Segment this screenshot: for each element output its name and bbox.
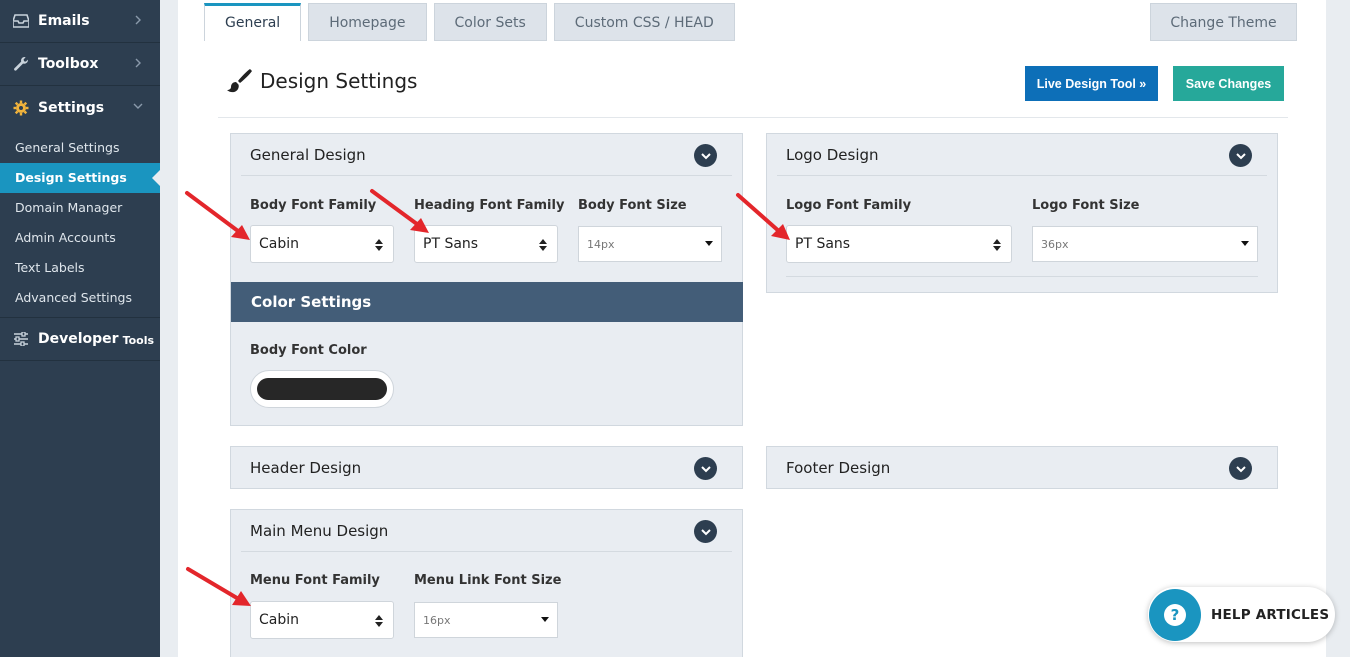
logo-font-family-select[interactable]: PT Sans bbox=[786, 225, 1012, 263]
header-design-panel: Header Design bbox=[230, 446, 743, 489]
tab-color-sets[interactable]: Color Sets bbox=[433, 3, 547, 41]
save-changes-button[interactable]: Save Changes bbox=[1173, 66, 1284, 101]
selected-value: PT Sans bbox=[423, 236, 479, 252]
panel-title: Footer Design bbox=[786, 459, 891, 477]
body-font-size-select[interactable]: 14px bbox=[578, 226, 722, 262]
help-circle: ? bbox=[1149, 588, 1201, 641]
color-swatch bbox=[257, 378, 387, 400]
tab-custom-css-head[interactable]: Custom CSS / HEAD bbox=[553, 3, 735, 41]
heading-font-family-select[interactable]: PT Sans bbox=[414, 225, 558, 263]
panel-header[interactable]: General Design bbox=[241, 134, 732, 176]
tab-homepage[interactable]: Homepage bbox=[308, 3, 427, 41]
logo-font-size-label: Logo Font Size bbox=[1032, 198, 1140, 213]
sidebar-item-developer-tools[interactable]: Developer Tools bbox=[0, 318, 160, 361]
change-theme-tab[interactable]: Change Theme bbox=[1150, 3, 1297, 41]
sidebar-item-general-settings[interactable]: General Settings bbox=[0, 133, 160, 163]
up-down-arrows-icon bbox=[539, 239, 547, 251]
divider bbox=[218, 117, 1288, 118]
sidebar-item-admin-accounts[interactable]: Admin Accounts bbox=[0, 223, 160, 253]
body-font-family-label: Body Font Family bbox=[250, 198, 377, 213]
sidebar-item-label: Settings bbox=[38, 99, 105, 116]
main-menu-design-panel: Main Menu Design Menu Font Family Cabin … bbox=[230, 509, 743, 657]
sidebar-item-text-labels[interactable]: Text Labels bbox=[0, 253, 160, 283]
sidebar-item-label: Developer bbox=[38, 331, 119, 347]
inbox-icon bbox=[12, 12, 30, 30]
chevron-down-icon[interactable] bbox=[694, 144, 717, 167]
settings-submenu: General Settings Design Settings Domain … bbox=[0, 129, 160, 318]
footer-design-panel: Footer Design bbox=[766, 446, 1278, 489]
sidebar-item-label: Emails bbox=[38, 13, 90, 29]
selected-value: PT Sans bbox=[795, 236, 851, 252]
sidebar: Emails Toolbox Settings General Settings… bbox=[0, 0, 160, 657]
panel-title: Logo Design bbox=[786, 145, 879, 164]
panel-header[interactable]: Header Design bbox=[241, 447, 732, 489]
tab-general[interactable]: General bbox=[204, 3, 302, 41]
menu-link-font-size-label: Menu Link Font Size bbox=[414, 573, 562, 588]
logo-font-size-select[interactable]: 36px bbox=[1032, 226, 1258, 262]
tab-bar: General Homepage Color Sets Custom CSS /… bbox=[204, 3, 1297, 41]
menu-font-family-select[interactable]: Cabin bbox=[250, 601, 394, 639]
sidebar-item-suffix: Tools bbox=[122, 333, 155, 347]
menu-link-font-size-select[interactable]: 16px bbox=[414, 602, 558, 638]
panel-title: Header Design bbox=[250, 459, 362, 477]
sidebar-item-emails[interactable]: Emails bbox=[0, 0, 160, 43]
sidebar-item-domain-manager[interactable]: Domain Manager bbox=[0, 193, 160, 223]
body-font-size-label: Body Font Size bbox=[578, 198, 687, 213]
color-settings-header: Color Settings bbox=[231, 282, 743, 322]
chevron-down-icon[interactable] bbox=[694, 457, 717, 480]
caret-down-icon bbox=[705, 241, 713, 246]
selected-value: Cabin bbox=[259, 612, 300, 628]
sidebar-item-toolbox[interactable]: Toolbox bbox=[0, 43, 160, 86]
chevron-down-icon[interactable] bbox=[694, 520, 717, 543]
panel-title: General Design bbox=[250, 145, 366, 164]
body-font-color-label: Body Font Color bbox=[250, 343, 367, 358]
sidebar-item-advanced-settings[interactable]: Advanced Settings bbox=[0, 283, 160, 313]
logo-font-family-label: Logo Font Family bbox=[786, 198, 912, 213]
logo-design-panel: Logo Design Logo Font Family PT Sans Log… bbox=[766, 133, 1278, 293]
up-down-arrows-icon bbox=[375, 239, 383, 251]
panel-header[interactable]: Main Menu Design bbox=[241, 510, 732, 552]
selected-value: 16px bbox=[423, 613, 451, 627]
panel-header[interactable]: Footer Design bbox=[777, 447, 1267, 489]
general-design-panel: General Design Body Font Family Cabin He… bbox=[230, 133, 743, 426]
divider bbox=[786, 276, 1258, 277]
caret-down-icon bbox=[1241, 241, 1249, 246]
up-down-arrows-icon bbox=[375, 615, 383, 627]
page-title: Design Settings bbox=[226, 68, 417, 94]
chevron-down-icon[interactable] bbox=[1229, 144, 1252, 167]
question-icon: ? bbox=[1164, 603, 1186, 626]
selected-value: 36px bbox=[1041, 237, 1069, 251]
panel-title: Main Menu Design bbox=[250, 521, 389, 540]
selected-value: 14px bbox=[587, 237, 615, 251]
body-font-family-select[interactable]: Cabin bbox=[250, 225, 394, 263]
page-title-text: Design Settings bbox=[260, 69, 418, 93]
sidebar-item-design-settings[interactable]: Design Settings bbox=[0, 163, 160, 193]
gear-icon bbox=[12, 99, 30, 117]
chevron-right-icon bbox=[135, 15, 141, 25]
panel-header[interactable]: Logo Design bbox=[777, 134, 1267, 176]
chevron-down-icon[interactable] bbox=[1229, 457, 1252, 480]
paint-brush-icon bbox=[227, 69, 252, 93]
sidebar-item-label: Toolbox bbox=[38, 56, 99, 72]
help-articles-label: HELP ARTICLES bbox=[1211, 606, 1330, 623]
chevron-right-icon bbox=[135, 58, 141, 68]
menu-font-family-label: Menu Font Family bbox=[250, 573, 380, 588]
chevron-down-icon bbox=[133, 103, 143, 109]
content-area: General Homepage Color Sets Custom CSS /… bbox=[178, 0, 1326, 657]
wrench-icon bbox=[12, 55, 30, 73]
sidebar-item-settings[interactable]: Settings bbox=[0, 86, 160, 129]
up-down-arrows-icon bbox=[993, 239, 1001, 251]
live-design-tool-button[interactable]: Live Design Tool » bbox=[1025, 66, 1158, 101]
sliders-icon bbox=[12, 330, 30, 348]
body-font-color-picker[interactable] bbox=[250, 370, 394, 408]
heading-font-family-label: Heading Font Family bbox=[414, 198, 565, 213]
selected-value: Cabin bbox=[259, 236, 300, 252]
help-articles-button[interactable]: ? HELP ARTICLES bbox=[1148, 587, 1335, 642]
caret-down-icon bbox=[541, 617, 549, 622]
